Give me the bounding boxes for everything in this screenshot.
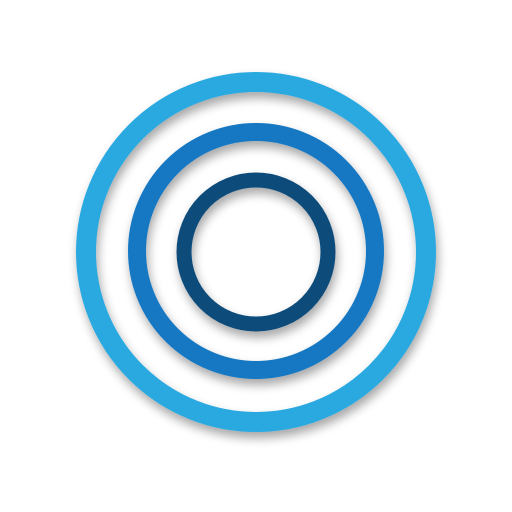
concentric-rings-logo: [76, 72, 436, 432]
middle-ring: [128, 123, 384, 379]
inner-ring: [176, 172, 336, 332]
app-icon-canvas: [0, 0, 512, 512]
